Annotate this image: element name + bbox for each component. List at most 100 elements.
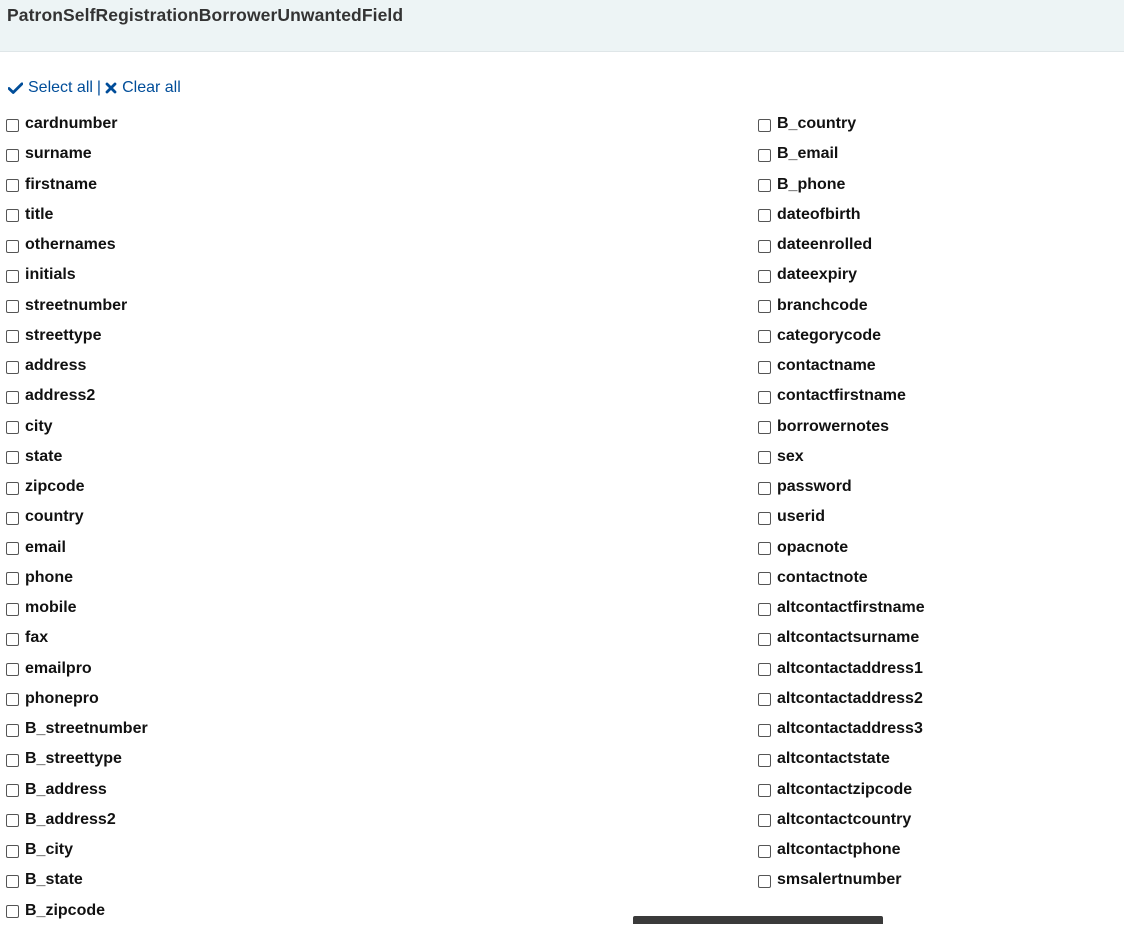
field-option[interactable]: streettype — [6, 321, 148, 351]
field-option[interactable]: B_city — [6, 835, 148, 865]
field-checkbox[interactable] — [758, 481, 771, 495]
field-option[interactable]: streetnumber — [6, 291, 148, 321]
field-checkbox[interactable] — [6, 814, 19, 828]
field-checkbox[interactable] — [758, 632, 771, 646]
field-option[interactable]: B_email — [758, 139, 925, 169]
field-option[interactable]: B_zipcode — [6, 896, 148, 926]
field-checkbox[interactable] — [758, 602, 771, 616]
field-option[interactable]: dateofbirth — [758, 200, 925, 230]
field-checkbox[interactable] — [6, 360, 19, 374]
field-checkbox[interactable] — [758, 874, 771, 888]
field-checkbox[interactable] — [758, 179, 771, 193]
field-option[interactable]: altcontactaddress1 — [758, 654, 925, 684]
field-checkbox[interactable] — [6, 572, 19, 586]
field-option[interactable]: B_address2 — [6, 805, 148, 835]
field-option[interactable]: branchcode — [758, 291, 925, 321]
field-checkbox[interactable] — [6, 844, 19, 858]
field-checkbox[interactable] — [758, 663, 771, 677]
field-checkbox[interactable] — [758, 390, 771, 404]
field-checkbox[interactable] — [6, 148, 19, 162]
field-option[interactable]: B_streetnumber — [6, 714, 148, 744]
field-option[interactable]: emailpro — [6, 654, 148, 684]
field-option[interactable]: altcontactzipcode — [758, 775, 925, 805]
field-checkbox[interactable] — [6, 481, 19, 495]
field-checkbox[interactable] — [758, 209, 771, 223]
field-checkbox[interactable] — [758, 148, 771, 162]
field-checkbox[interactable] — [758, 300, 771, 314]
field-option[interactable]: firstname — [6, 170, 148, 200]
field-checkbox[interactable] — [6, 239, 19, 253]
field-checkbox[interactable] — [758, 572, 771, 586]
field-option[interactable]: surname — [6, 139, 148, 169]
field-option[interactable]: borrowernotes — [758, 412, 925, 442]
field-option[interactable]: fax — [6, 623, 148, 653]
field-checkbox[interactable] — [6, 511, 19, 525]
field-checkbox[interactable] — [6, 753, 19, 767]
field-option[interactable]: dateenrolled — [758, 230, 925, 260]
field-option[interactable]: B_country — [758, 109, 925, 139]
field-checkbox[interactable] — [6, 118, 19, 132]
field-checkbox[interactable] — [758, 330, 771, 344]
field-checkbox[interactable] — [6, 179, 19, 193]
field-checkbox[interactable] — [6, 905, 19, 919]
field-option[interactable]: altcontactaddress2 — [758, 684, 925, 714]
field-option[interactable]: othernames — [6, 230, 148, 260]
field-checkbox[interactable] — [6, 663, 19, 677]
field-option[interactable]: zipcode — [6, 472, 148, 502]
field-option[interactable]: address2 — [6, 381, 148, 411]
field-checkbox[interactable] — [758, 360, 771, 374]
field-option[interactable]: altcontactphone — [758, 835, 925, 865]
field-option[interactable]: phonepro — [6, 684, 148, 714]
clear-all-link[interactable]: Clear all — [105, 79, 181, 97]
field-option[interactable]: B_phone — [758, 170, 925, 200]
field-option[interactable]: country — [6, 502, 148, 532]
field-checkbox[interactable] — [6, 723, 19, 737]
field-option[interactable]: altcontactaddress3 — [758, 714, 925, 744]
field-checkbox[interactable] — [6, 451, 19, 465]
field-checkbox[interactable] — [758, 511, 771, 525]
field-checkbox[interactable] — [758, 753, 771, 767]
field-checkbox[interactable] — [6, 269, 19, 283]
field-option[interactable]: sex — [758, 442, 925, 472]
field-option[interactable]: opacnote — [758, 533, 925, 563]
field-option[interactable]: altcontactstate — [758, 744, 925, 774]
field-checkbox[interactable] — [6, 300, 19, 314]
field-option[interactable]: altcontactsurname — [758, 623, 925, 653]
field-option[interactable]: password — [758, 472, 925, 502]
field-checkbox[interactable] — [758, 451, 771, 465]
field-option[interactable]: title — [6, 200, 148, 230]
select-all-link[interactable]: Select all — [8, 79, 93, 97]
field-checkbox[interactable] — [758, 814, 771, 828]
field-checkbox[interactable] — [6, 330, 19, 344]
field-checkbox[interactable] — [758, 269, 771, 283]
field-option[interactable]: email — [6, 533, 148, 563]
field-option[interactable]: contactname — [758, 351, 925, 381]
field-checkbox[interactable] — [758, 844, 771, 858]
field-checkbox[interactable] — [6, 632, 19, 646]
field-checkbox[interactable] — [758, 421, 771, 435]
field-option[interactable]: phone — [6, 563, 148, 593]
field-checkbox[interactable] — [6, 693, 19, 707]
field-checkbox[interactable] — [758, 118, 771, 132]
field-option[interactable]: address — [6, 351, 148, 381]
field-checkbox[interactable] — [6, 602, 19, 616]
field-option[interactable]: mobile — [6, 593, 148, 623]
field-checkbox[interactable] — [758, 239, 771, 253]
field-option[interactable]: B_state — [6, 865, 148, 895]
field-option[interactable]: smsalertnumber — [758, 865, 925, 895]
field-checkbox[interactable] — [6, 542, 19, 556]
field-option[interactable]: state — [6, 442, 148, 472]
field-option[interactable]: B_streettype — [6, 744, 148, 774]
field-option[interactable]: categorycode — [758, 321, 925, 351]
field-checkbox[interactable] — [6, 784, 19, 798]
field-checkbox[interactable] — [758, 723, 771, 737]
field-option[interactable]: B_address — [6, 775, 148, 805]
field-option[interactable]: altcontactfirstname — [758, 593, 925, 623]
field-checkbox[interactable] — [6, 874, 19, 888]
field-checkbox[interactable] — [758, 693, 771, 707]
field-option[interactable]: cardnumber — [6, 109, 148, 139]
field-option[interactable]: initials — [6, 260, 148, 290]
field-option[interactable]: contactfirstname — [758, 381, 925, 411]
field-checkbox[interactable] — [6, 421, 19, 435]
field-option[interactable]: contactnote — [758, 563, 925, 593]
